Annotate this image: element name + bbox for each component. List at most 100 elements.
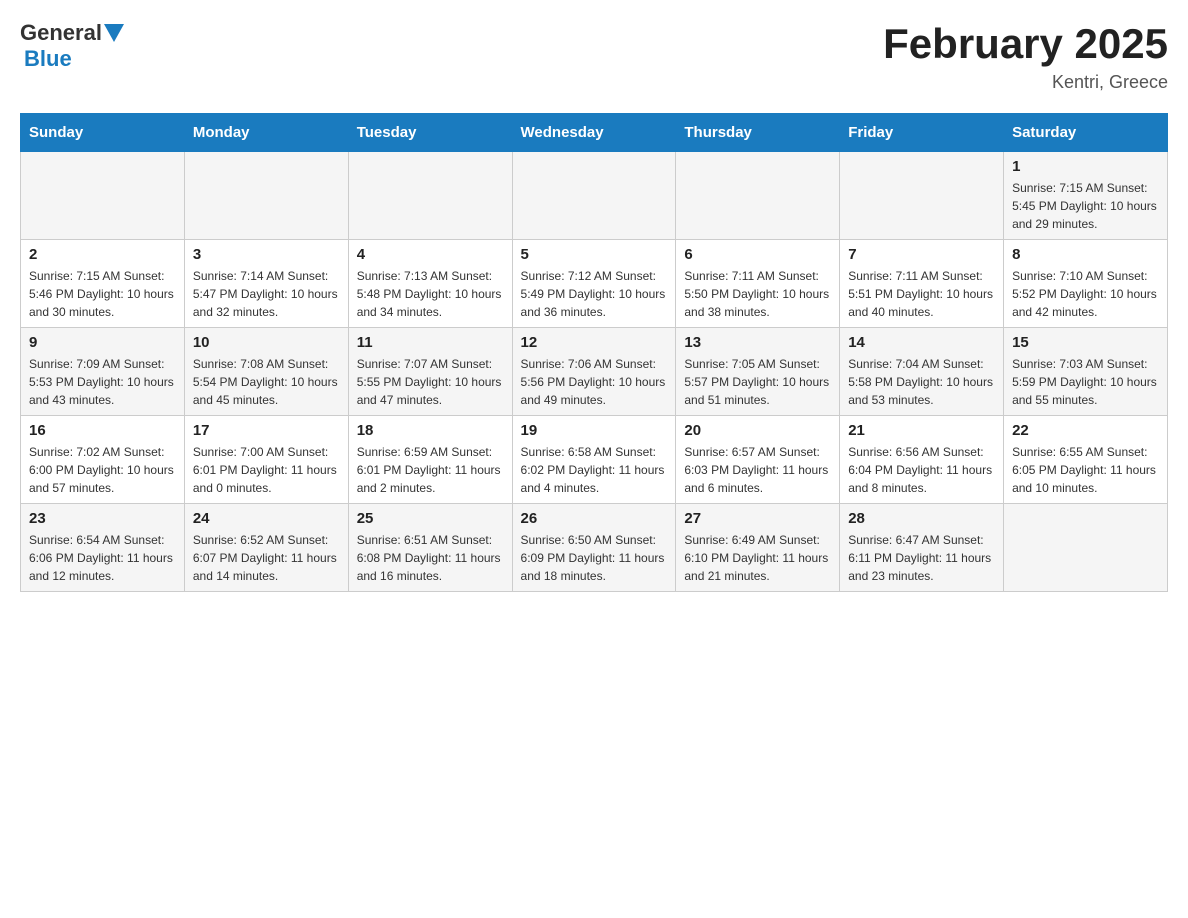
month-title: February 2025 [883,20,1168,68]
logo-arrow-icon [104,24,124,44]
col-tuesday: Tuesday [348,114,512,152]
day-info: Sunrise: 7:12 AM Sunset: 5:49 PM Dayligh… [521,267,668,321]
calendar-cell [21,152,185,240]
page-header: General Blue February 2025 Kentri, Greec… [20,20,1168,93]
day-number: 15 [1012,334,1159,351]
calendar-cell: 24 Sunrise: 6:52 AM Sunset: 6:07 PM Dayli… [184,504,348,592]
day-number: 1 [1012,158,1159,175]
location: Kentri, Greece [883,72,1168,93]
calendar-cell: 12 Sunrise: 7:06 AM Sunset: 5:56 PM Dayli… [512,328,676,416]
day-number: 12 [521,334,668,351]
day-number: 21 [848,422,995,439]
calendar-week-row: 16 Sunrise: 7:02 AM Sunset: 6:00 PM Dayli… [21,416,1168,504]
day-number: 9 [29,334,176,351]
day-info: Sunrise: 7:13 AM Sunset: 5:48 PM Dayligh… [357,267,504,321]
day-number: 16 [29,422,176,439]
day-info: Sunrise: 6:50 AM Sunset: 6:09 PM Dayligh… [521,531,668,585]
day-number: 23 [29,510,176,527]
day-info: Sunrise: 6:47 AM Sunset: 6:11 PM Dayligh… [848,531,995,585]
day-number: 20 [684,422,831,439]
day-number: 25 [357,510,504,527]
day-number: 8 [1012,246,1159,263]
calendar-cell: 18Sunrise: 6:59 AM Sunset: 6:01 PM Dayli… [348,416,512,504]
day-number: 24 [193,510,340,527]
calendar-cell: 10 Sunrise: 7:08 AM Sunset: 5:54 PM Dayli… [184,328,348,416]
day-info: Sunrise: 7:02 AM Sunset: 6:00 PM Dayligh… [29,443,176,497]
day-info: Sunrise: 6:49 AM Sunset: 6:10 PM Dayligh… [684,531,831,585]
calendar-cell: 17 Sunrise: 7:00 AM Sunset: 6:01 PM Dayli… [184,416,348,504]
day-number: 4 [357,246,504,263]
calendar-cell [1004,504,1168,592]
logo-blue-text: Blue [24,46,72,71]
logo-general-text: General [20,20,102,46]
day-info: Sunrise: 7:00 AM Sunset: 6:01 PM Dayligh… [193,443,340,497]
calendar-cell: 23Sunrise: 6:54 AM Sunset: 6:06 PM Dayli… [21,504,185,592]
calendar-cell: 21 Sunrise: 6:56 AM Sunset: 6:04 PM Dayli… [840,416,1004,504]
calendar-cell [184,152,348,240]
day-number: 6 [684,246,831,263]
calendar-cell: 25 Sunrise: 6:51 AM Sunset: 6:08 PM Dayli… [348,504,512,592]
calendar-cell: 8 Sunrise: 7:10 AM Sunset: 5:52 PM Daylig… [1004,240,1168,328]
day-number: 22 [1012,422,1159,439]
day-info: Sunrise: 6:52 AM Sunset: 6:07 PM Dayligh… [193,531,340,585]
calendar-cell: 16 Sunrise: 7:02 AM Sunset: 6:00 PM Dayli… [21,416,185,504]
day-info: Sunrise: 7:08 AM Sunset: 5:54 PM Dayligh… [193,355,340,409]
day-info: Sunrise: 7:07 AM Sunset: 5:55 PM Dayligh… [357,355,504,409]
col-thursday: Thursday [676,114,840,152]
day-info: Sunrise: 7:14 AM Sunset: 5:47 PM Dayligh… [193,267,340,321]
calendar-cell: 1 Sunrise: 7:15 AM Sunset: 5:45 PM Daylig… [1004,152,1168,240]
day-info: Sunrise: 6:56 AM Sunset: 6:04 PM Dayligh… [848,443,995,497]
day-info: Sunrise: 7:06 AM Sunset: 5:56 PM Dayligh… [521,355,668,409]
calendar-cell: 26 Sunrise: 6:50 AM Sunset: 6:09 PM Dayli… [512,504,676,592]
calendar-week-row: 2 Sunrise: 7:15 AM Sunset: 5:46 PM Daylig… [21,240,1168,328]
day-number: 13 [684,334,831,351]
calendar-cell: 19 Sunrise: 6:58 AM Sunset: 6:02 PM Dayli… [512,416,676,504]
calendar-cell: 28Sunrise: 6:47 AM Sunset: 6:11 PM Dayli… [840,504,1004,592]
calendar-cell: 13 Sunrise: 7:05 AM Sunset: 5:57 PM Dayli… [676,328,840,416]
day-info: Sunrise: 7:05 AM Sunset: 5:57 PM Dayligh… [684,355,831,409]
day-number: 26 [521,510,668,527]
calendar-cell: 7 Sunrise: 7:11 AM Sunset: 5:51 PM Daylig… [840,240,1004,328]
day-info: Sunrise: 7:04 AM Sunset: 5:58 PM Dayligh… [848,355,995,409]
day-info: Sunrise: 7:15 AM Sunset: 5:46 PM Dayligh… [29,267,176,321]
day-number: 27 [684,510,831,527]
day-number: 17 [193,422,340,439]
col-saturday: Saturday [1004,114,1168,152]
calendar-cell [840,152,1004,240]
calendar-cell: 27 Sunrise: 6:49 AM Sunset: 6:10 PM Dayli… [676,504,840,592]
day-info: Sunrise: 7:09 AM Sunset: 5:53 PM Dayligh… [29,355,176,409]
calendar-cell [348,152,512,240]
calendar-header-row: Sunday Monday Tuesday Wednesday Thursday… [21,114,1168,152]
day-number: 7 [848,246,995,263]
calendar-cell: 11 Sunrise: 7:07 AM Sunset: 5:55 PM Dayli… [348,328,512,416]
day-number: 14 [848,334,995,351]
calendar-cell: 3 Sunrise: 7:14 AM Sunset: 5:47 PM Daylig… [184,240,348,328]
calendar-cell [676,152,840,240]
col-friday: Friday [840,114,1004,152]
day-number: 5 [521,246,668,263]
calendar-week-row: 23Sunrise: 6:54 AM Sunset: 6:06 PM Dayli… [21,504,1168,592]
title-section: February 2025 Kentri, Greece [883,20,1168,93]
calendar-week-row: 1 Sunrise: 7:15 AM Sunset: 5:45 PM Daylig… [21,152,1168,240]
calendar-cell: 2 Sunrise: 7:15 AM Sunset: 5:46 PM Daylig… [21,240,185,328]
day-info: Sunrise: 6:51 AM Sunset: 6:08 PM Dayligh… [357,531,504,585]
day-number: 2 [29,246,176,263]
calendar-cell: 6Sunrise: 7:11 AM Sunset: 5:50 PM Daylig… [676,240,840,328]
calendar-cell: 9 Sunrise: 7:09 AM Sunset: 5:53 PM Daylig… [21,328,185,416]
day-info: Sunrise: 6:55 AM Sunset: 6:05 PM Dayligh… [1012,443,1159,497]
calendar-cell [512,152,676,240]
day-number: 19 [521,422,668,439]
calendar-cell: 22 Sunrise: 6:55 AM Sunset: 6:05 PM Dayli… [1004,416,1168,504]
day-info: Sunrise: 6:58 AM Sunset: 6:02 PM Dayligh… [521,443,668,497]
calendar-week-row: 9 Sunrise: 7:09 AM Sunset: 5:53 PM Daylig… [21,328,1168,416]
calendar-table: Sunday Monday Tuesday Wednesday Thursday… [20,113,1168,592]
day-info: Sunrise: 7:03 AM Sunset: 5:59 PM Dayligh… [1012,355,1159,409]
day-number: 18 [357,422,504,439]
day-number: 11 [357,334,504,351]
day-number: 10 [193,334,340,351]
day-info: Sunrise: 7:11 AM Sunset: 5:51 PM Dayligh… [848,267,995,321]
day-number: 3 [193,246,340,263]
day-info: Sunrise: 7:10 AM Sunset: 5:52 PM Dayligh… [1012,267,1159,321]
day-info: Sunrise: 7:15 AM Sunset: 5:45 PM Dayligh… [1012,179,1159,233]
day-info: Sunrise: 6:57 AM Sunset: 6:03 PM Dayligh… [684,443,831,497]
